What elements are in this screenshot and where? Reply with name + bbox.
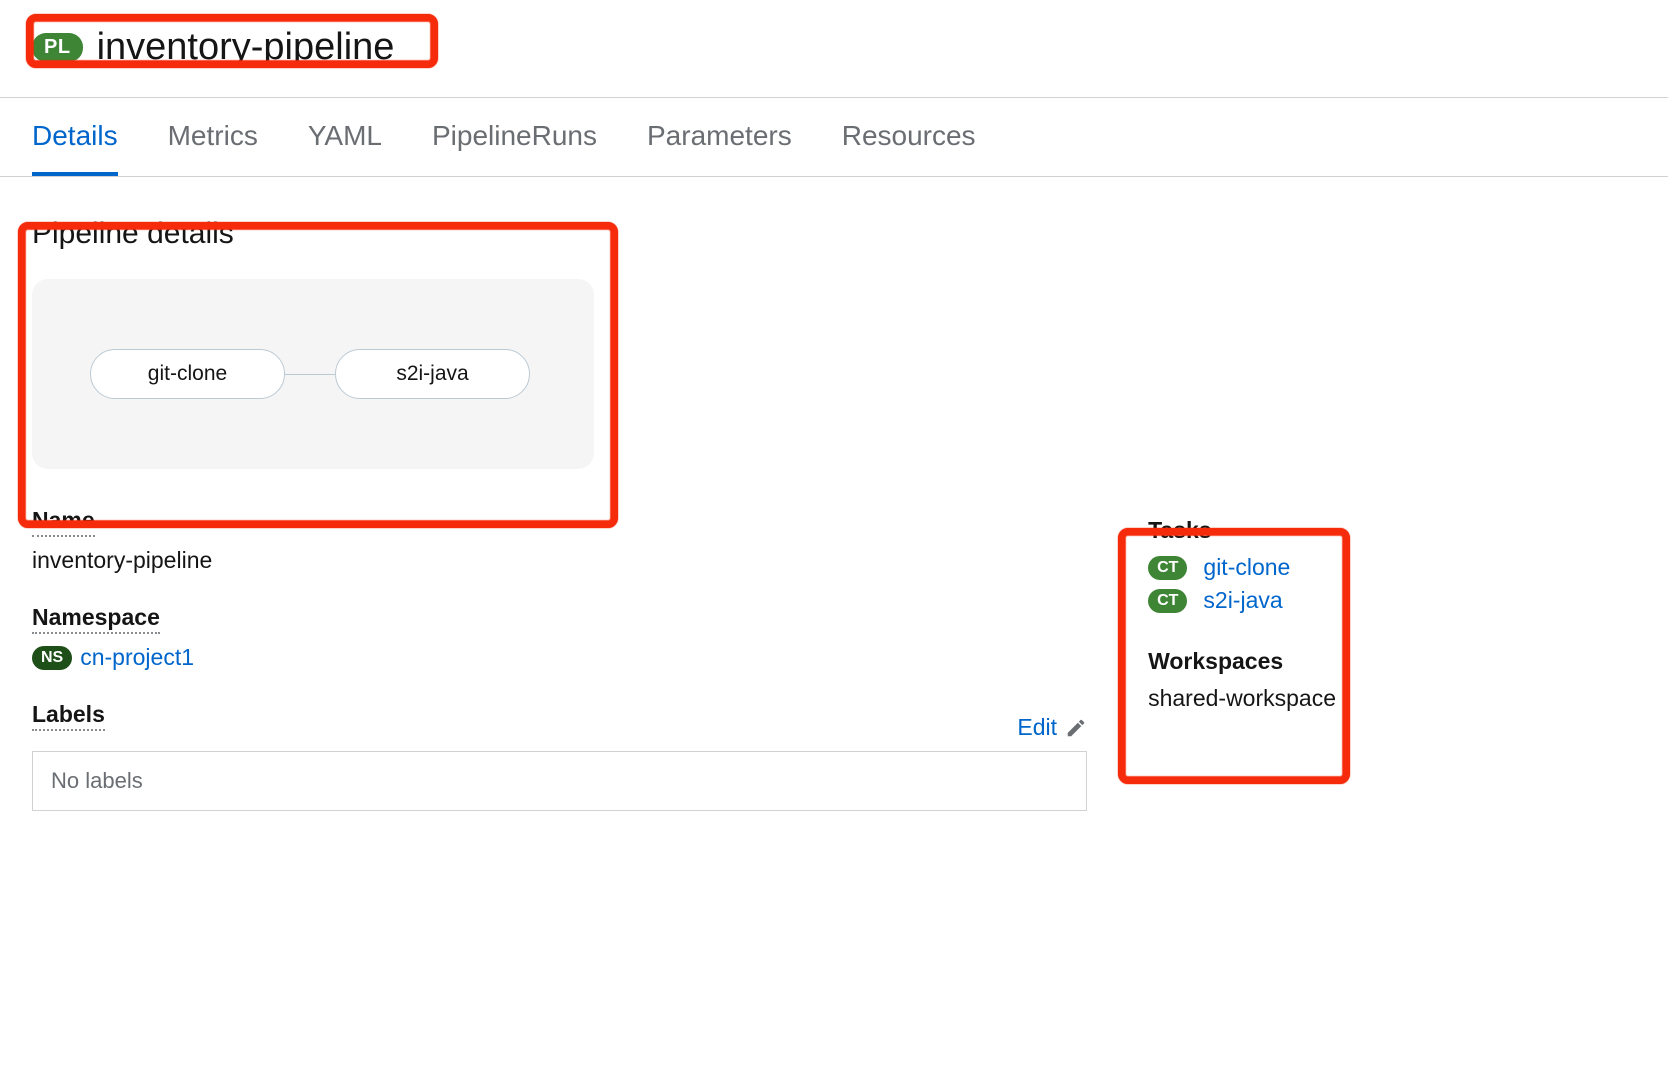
task-link-s2i-java[interactable]: s2i-java — [1203, 587, 1282, 614]
workspaces-section: Workspaces shared-workspace — [1148, 648, 1336, 712]
namespace-link[interactable]: cn-project1 — [80, 644, 194, 671]
details-heading: Pipeline details — [32, 217, 1087, 251]
pipeline-diagram: git-clone s2i-java — [32, 279, 594, 469]
task-row-s2i-java: CT s2i-java — [1148, 587, 1336, 614]
tasks-section: Tasks CT git-clone CT s2i-java — [1148, 517, 1336, 614]
labels-box[interactable]: No labels — [32, 751, 1087, 811]
name-label: Name — [32, 507, 95, 537]
main-content: Pipeline details git-clone s2i-java Name… — [0, 177, 1668, 841]
name-value: inventory-pipeline — [32, 547, 1087, 574]
namespace-label: Namespace — [32, 604, 160, 634]
namespace-badge: NS — [32, 646, 72, 670]
page-title: inventory-pipeline — [97, 26, 395, 69]
field-name: Name inventory-pipeline — [32, 507, 1087, 574]
labels-edit-link[interactable]: Edit — [1017, 714, 1087, 741]
right-column: Tasks CT git-clone CT s2i-java Workspace… — [1148, 217, 1636, 841]
task-link-git-clone[interactable]: git-clone — [1203, 554, 1290, 581]
workspace-value: shared-workspace — [1148, 685, 1336, 712]
tab-details[interactable]: Details — [32, 98, 118, 176]
tasks-heading: Tasks — [1148, 517, 1336, 544]
tab-metrics[interactable]: Metrics — [168, 98, 258, 176]
workspaces-heading: Workspaces — [1148, 648, 1336, 675]
page-header: PL inventory-pipeline — [0, 0, 1668, 97]
fields: Name inventory-pipeline Namespace NS cn-… — [32, 507, 1087, 811]
pencil-icon — [1065, 717, 1087, 739]
labels-label: Labels — [32, 701, 105, 731]
tab-yaml[interactable]: YAML — [308, 98, 382, 176]
task-connector — [285, 374, 335, 375]
tab-bar: Details Metrics YAML PipelineRuns Parame… — [0, 97, 1668, 177]
pipeline-badge: PL — [32, 33, 83, 62]
tab-resources[interactable]: Resources — [842, 98, 976, 176]
tab-pipelineruns[interactable]: PipelineRuns — [432, 98, 597, 176]
field-namespace: Namespace NS cn-project1 — [32, 604, 1087, 671]
field-labels: Labels Edit No labels — [32, 701, 1087, 811]
task-chain: git-clone s2i-java — [90, 349, 536, 399]
labels-edit-text: Edit — [1017, 714, 1057, 741]
clustertask-badge-icon: CT — [1148, 589, 1187, 613]
clustertask-badge-icon: CT — [1148, 556, 1187, 580]
task-node-s2i-java[interactable]: s2i-java — [335, 349, 530, 399]
task-node-git-clone[interactable]: git-clone — [90, 349, 285, 399]
tab-parameters[interactable]: Parameters — [647, 98, 792, 176]
left-column: Pipeline details git-clone s2i-java Name… — [32, 217, 1087, 841]
task-row-git-clone: CT git-clone — [1148, 554, 1336, 581]
